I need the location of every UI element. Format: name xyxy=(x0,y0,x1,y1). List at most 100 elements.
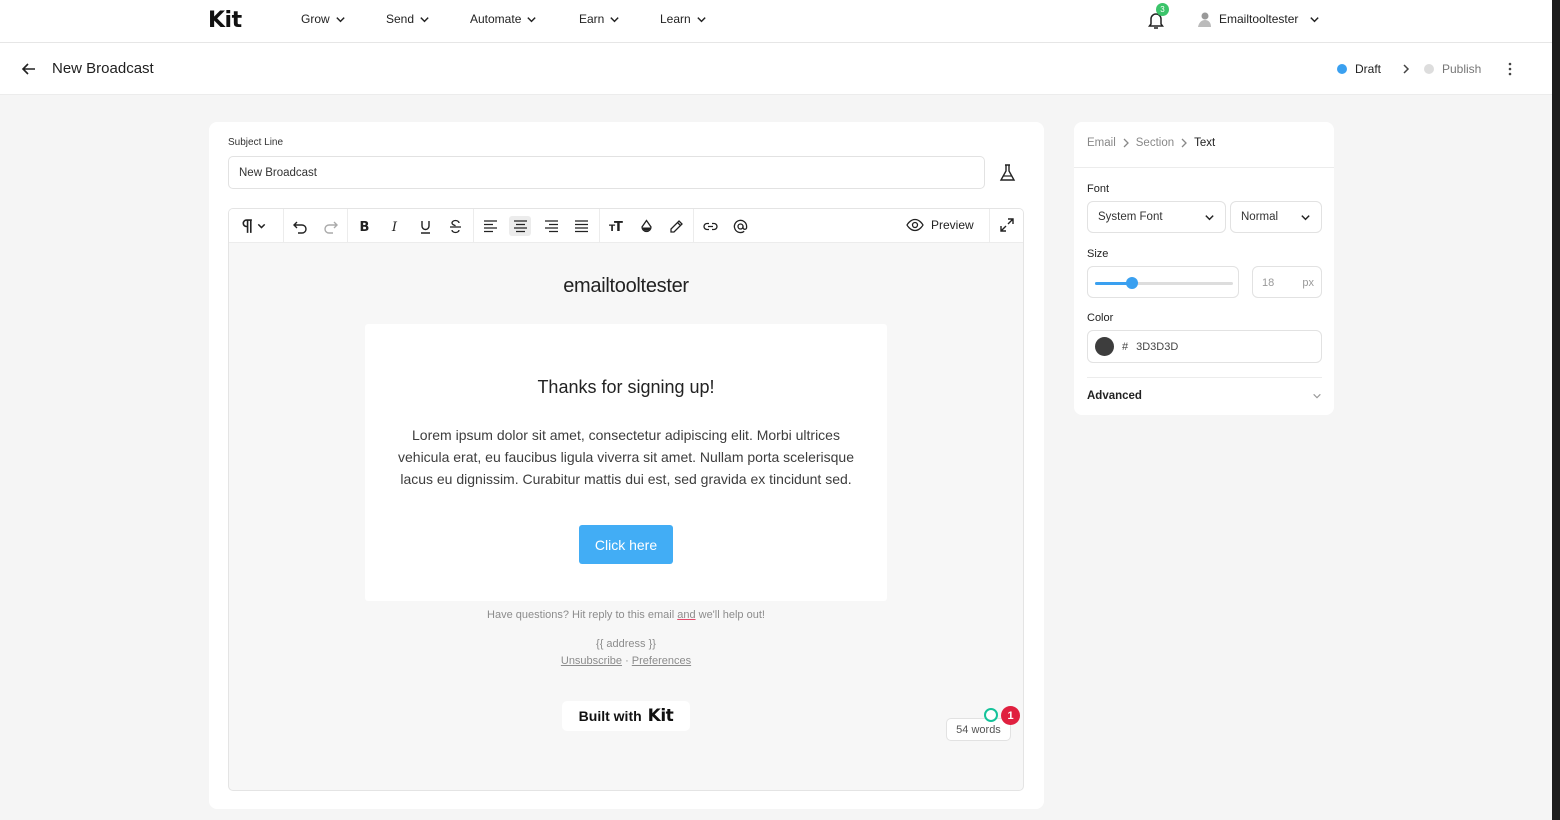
nav-item-automate[interactable]: Automate xyxy=(470,12,537,26)
status-label: Publish xyxy=(1442,62,1482,76)
footer-text: we'll help out! xyxy=(695,609,765,621)
align-left-icon xyxy=(483,219,497,232)
unsubscribe-link[interactable]: Unsubscribe xyxy=(561,655,622,667)
cta-button[interactable]: Click here xyxy=(579,525,673,564)
color-hash: # xyxy=(1122,340,1129,353)
font-label: Font xyxy=(1087,183,1110,195)
chevron-down-icon xyxy=(1301,214,1310,220)
undo-button[interactable] xyxy=(289,216,311,236)
text-size-icon: TT xyxy=(609,220,623,234)
svg-text:T: T xyxy=(614,220,623,234)
chevron-right-icon xyxy=(1181,138,1188,148)
nav-item-label: Grow xyxy=(301,12,330,26)
nav-item-grow[interactable]: Grow xyxy=(301,12,346,26)
strikethrough-icon xyxy=(449,219,461,233)
insert-link-button[interactable] xyxy=(699,216,721,236)
status-step-draft[interactable]: Draft xyxy=(1337,62,1381,76)
bold-icon: B xyxy=(359,220,369,234)
font-size-slider[interactable] xyxy=(1087,266,1239,298)
account-menu[interactable]: Emailtooltester xyxy=(1196,11,1320,27)
font-size-button[interactable]: TT xyxy=(604,216,626,236)
nav-item-earn[interactable]: Earn xyxy=(579,12,620,26)
bold-button[interactable]: B xyxy=(353,216,375,236)
italic-button[interactable]: I xyxy=(383,216,405,236)
chevron-right-icon xyxy=(1403,64,1410,74)
preview-button[interactable]: Preview xyxy=(906,218,974,232)
subject-label: Subject Line xyxy=(228,137,284,148)
color-swatch[interactable] xyxy=(1095,337,1114,356)
breadcrumb-item-section[interactable]: Section xyxy=(1136,137,1174,149)
strikethrough-button[interactable] xyxy=(444,216,466,236)
text-color-field[interactable]: # 3D3D3D xyxy=(1087,330,1322,363)
subject-input[interactable] xyxy=(228,156,985,189)
formatting-toolbar: B I T T Preview xyxy=(229,209,1023,243)
breadcrumb-item-text: Text xyxy=(1194,137,1216,149)
breadcrumb-item-email[interactable]: Email xyxy=(1087,137,1116,149)
status-dot xyxy=(1424,64,1434,74)
status-dot xyxy=(1337,64,1347,74)
eye-icon xyxy=(906,218,924,232)
nav-item-label: Earn xyxy=(579,12,605,26)
built-with-kit-badge[interactable]: Built with Kit xyxy=(562,701,690,731)
top-navigation: Kit Grow Send Automate Earn Learn 3 Emai… xyxy=(0,0,1552,43)
size-label: Size xyxy=(1087,248,1109,260)
nav-item-label: Automate xyxy=(470,12,522,26)
back-arrow-icon[interactable] xyxy=(20,60,38,78)
paragraph-style-button[interactable] xyxy=(237,216,271,236)
align-center-button[interactable] xyxy=(509,216,531,236)
droplet-icon xyxy=(640,218,652,232)
underline-button[interactable] xyxy=(414,216,436,236)
expand-icon[interactable] xyxy=(999,217,1015,233)
toolbar-divider xyxy=(693,209,694,243)
kit-wordmark: Kit xyxy=(647,706,674,726)
chevron-down-icon xyxy=(610,16,620,22)
email-footer-question: Have questions? Hit reply to this email … xyxy=(229,609,1023,621)
preferences-link[interactable]: Preferences xyxy=(632,655,691,667)
compose-card: Subject Line B I xyxy=(209,122,1044,809)
align-right-button[interactable] xyxy=(540,216,562,236)
advanced-toggle[interactable]: Advanced xyxy=(1087,390,1322,402)
avatar xyxy=(1198,12,1211,27)
grammar-issue-badge[interactable]: 1 xyxy=(1001,706,1020,725)
kit-logo[interactable]: Kit xyxy=(208,8,242,33)
email-content-section[interactable]: Thanks for signing up! Lorem ipsum dolor… xyxy=(365,324,887,601)
account-name: Emailtooltester xyxy=(1219,12,1299,26)
email-heading[interactable]: Thanks for signing up! xyxy=(365,377,887,398)
redo-button[interactable] xyxy=(319,216,341,236)
nav-item-learn[interactable]: Learn xyxy=(660,12,707,26)
font-weight-select[interactable]: Normal xyxy=(1230,201,1322,233)
email-editor[interactable]: B I T T Preview emailtooltester Thanks f… xyxy=(228,208,1024,791)
link-separator: · xyxy=(622,655,632,667)
link-icon xyxy=(702,222,718,230)
font-size-input[interactable]: 18 px xyxy=(1252,266,1322,298)
slider-track xyxy=(1095,282,1233,285)
ab-test-flask-icon[interactable] xyxy=(999,164,1016,182)
chevron-down-icon xyxy=(1205,214,1214,220)
panel-divider xyxy=(1087,377,1322,378)
align-left-button[interactable] xyxy=(479,216,501,236)
email-body-text[interactable]: Lorem ipsum dolor sit amet, consectetur … xyxy=(391,424,861,490)
toolbar-divider xyxy=(599,209,600,243)
font-family-value: System Font xyxy=(1098,211,1163,223)
font-family-select[interactable]: System Font xyxy=(1087,201,1226,233)
grammar-checker-icon[interactable] xyxy=(984,708,998,722)
page-title: New Broadcast xyxy=(52,60,154,77)
justify-button[interactable] xyxy=(570,216,592,236)
toolbar-divider xyxy=(347,209,348,243)
more-options-icon[interactable] xyxy=(1503,60,1517,78)
text-color-button[interactable] xyxy=(635,216,657,236)
font-weight-value: Normal xyxy=(1241,211,1279,223)
highlight-button[interactable] xyxy=(665,216,687,236)
nav-item-send[interactable]: Send xyxy=(386,12,430,26)
window-edge xyxy=(1552,0,1560,820)
page-header: New Broadcast Draft Publish xyxy=(0,43,1552,95)
status-step-publish[interactable]: Publish xyxy=(1424,62,1481,76)
slider-thumb[interactable] xyxy=(1126,277,1139,289)
underline-icon xyxy=(420,220,430,234)
mention-button[interactable] xyxy=(729,216,751,236)
chevron-down-icon xyxy=(527,16,537,22)
email-brand-logo: emailtooltester xyxy=(563,275,689,297)
paragraph-icon xyxy=(242,218,266,233)
font-size-unit: px xyxy=(1302,277,1314,289)
color-label: Color xyxy=(1087,312,1114,324)
